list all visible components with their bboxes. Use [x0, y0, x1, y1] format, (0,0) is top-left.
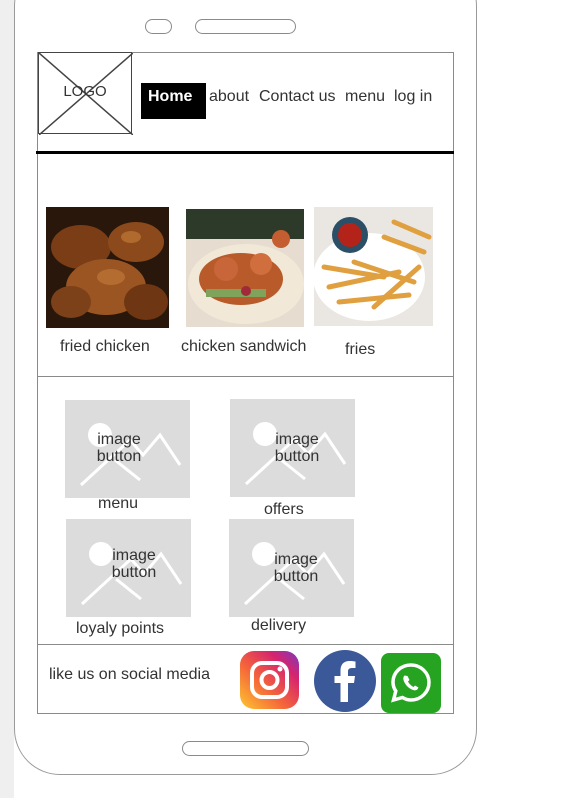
instagram-icon[interactable] [240, 651, 299, 709]
header-divider [36, 151, 454, 154]
loyalty-points-button-caption: loyaly points [76, 620, 165, 637]
background-strip [0, 0, 14, 798]
fried-chicken-image[interactable] [46, 207, 169, 328]
loyalty-points-image-button[interactable]: image button [66, 519, 191, 617]
fries-image[interactable] [314, 207, 433, 326]
section-divider [38, 376, 454, 377]
logo-placeholder[interactable]: LOGO [38, 52, 133, 135]
social-media-text: like us on social media [49, 666, 210, 683]
logo-text: LOGO [63, 83, 107, 100]
image-button-label: image [97, 431, 141, 448]
nav-home[interactable]: Home [141, 83, 206, 119]
image-button-label: image [112, 547, 156, 564]
menu-image-button[interactable]: image button [65, 400, 190, 498]
image-button-label: button [274, 448, 320, 465]
whatsapp-icon[interactable] [381, 653, 441, 713]
nav-contact[interactable]: Contact us [259, 88, 335, 106]
delivery-button-caption: delivery [251, 617, 307, 634]
image-button-label: button [96, 448, 142, 465]
menu-button-caption: menu [98, 495, 139, 512]
phone-home-button [182, 741, 309, 756]
chicken-sandwich-caption: chicken sandwich [181, 338, 307, 355]
image-button-label: button [273, 568, 319, 585]
delivery-image-button[interactable]: image button [229, 519, 354, 617]
facebook-icon[interactable] [314, 650, 376, 712]
fried-chicken-caption: fried chicken [60, 338, 150, 355]
image-button-label: image [275, 431, 319, 448]
offers-image-button[interactable]: image button [230, 399, 355, 497]
offers-button-caption: offers [264, 501, 304, 518]
chicken-sandwich-image[interactable] [186, 209, 304, 327]
fries-caption: fries [345, 341, 376, 358]
footer-divider [38, 644, 454, 645]
phone-speaker [195, 19, 296, 34]
phone-camera [145, 19, 172, 34]
nav-login[interactable]: log in [394, 88, 432, 106]
image-button-label: button [111, 564, 157, 581]
nav-about[interactable]: about [209, 88, 249, 106]
nav-menu[interactable]: menu [345, 88, 385, 106]
image-button-label: image [274, 551, 318, 568]
